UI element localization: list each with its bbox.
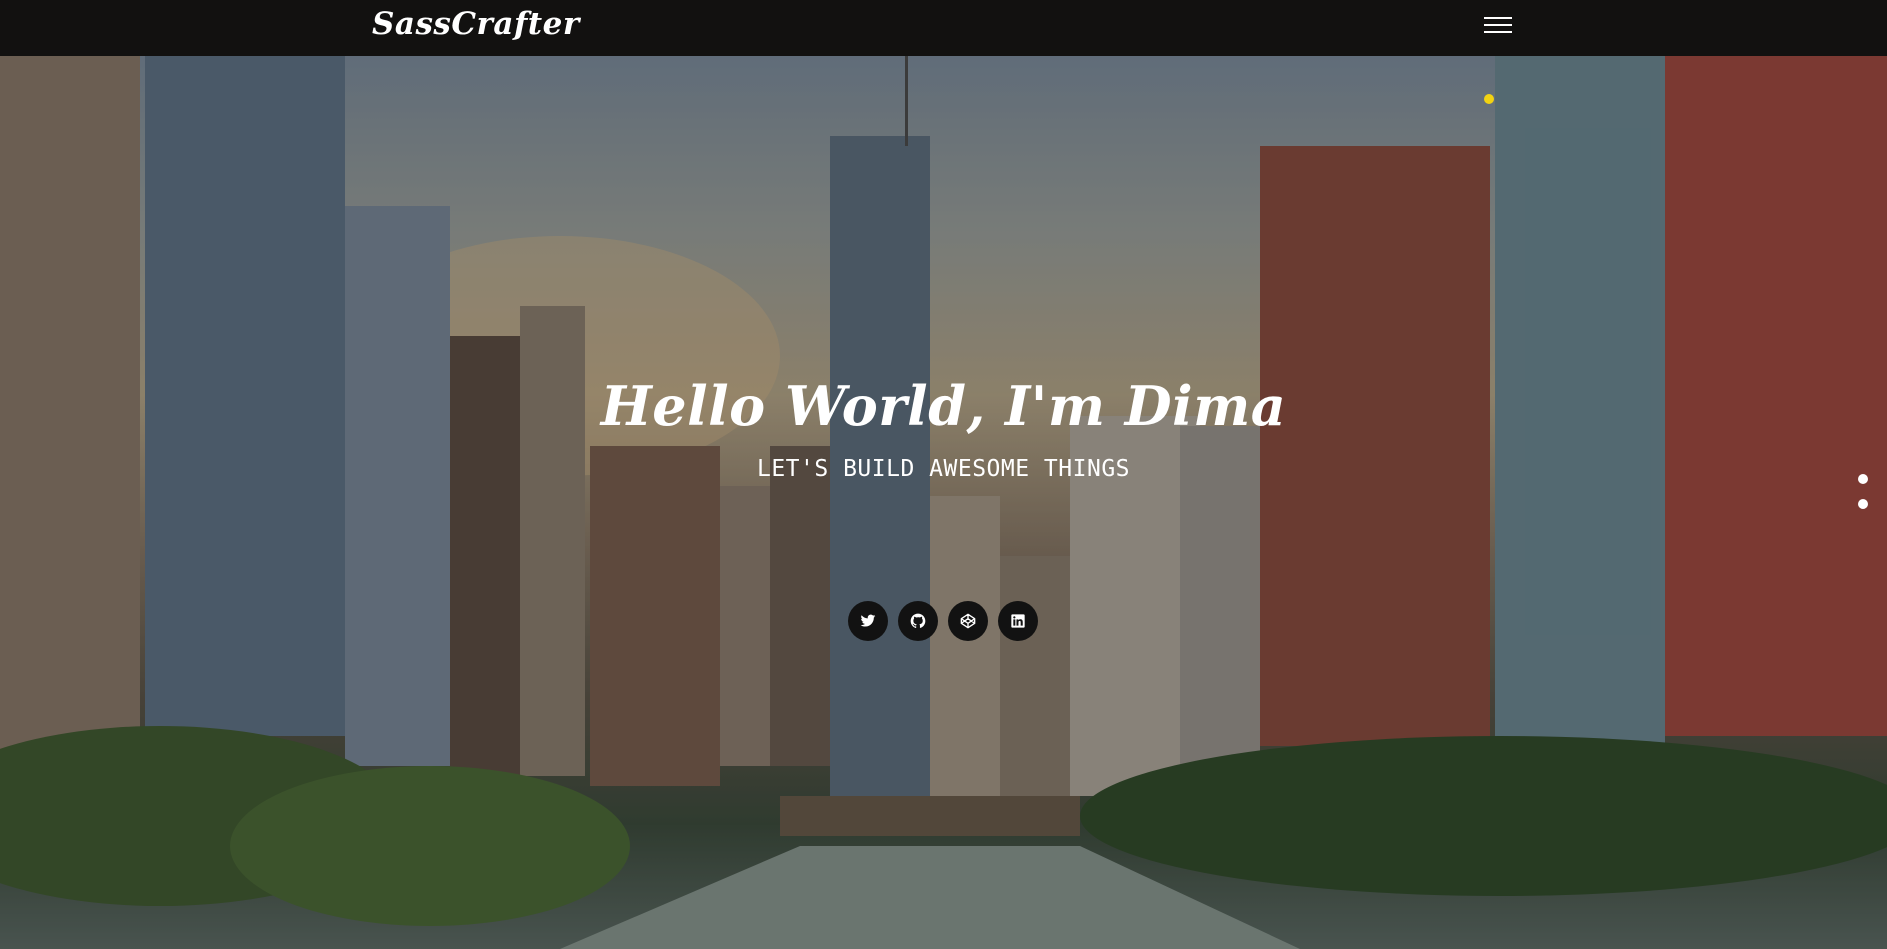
page-dot-2[interactable] [1858, 499, 1868, 509]
hamburger-line [1484, 17, 1512, 19]
twitter-button[interactable] [848, 601, 888, 641]
codepen-icon [960, 613, 976, 629]
codepen-button[interactable] [948, 601, 988, 641]
github-icon [910, 613, 926, 629]
page-dot-1[interactable] [1858, 474, 1868, 484]
linkedin-button[interactable] [998, 601, 1038, 641]
hero-section: Hello World, I'm Dima LET'S BUILD AWESOM… [0, 56, 1887, 949]
hero-title: Hello World, I'm Dima [600, 374, 1287, 438]
github-button[interactable] [898, 601, 938, 641]
dark-overlay [0, 56, 1887, 949]
hamburger-menu-icon[interactable] [1484, 16, 1512, 36]
hamburger-line [1484, 24, 1512, 26]
social-links [848, 601, 1038, 641]
linkedin-icon [1011, 614, 1025, 628]
top-navbar: SassCrafter [0, 0, 1887, 56]
page-indicator [1858, 474, 1868, 524]
indicator-dot [1484, 94, 1494, 104]
hamburger-line [1484, 31, 1512, 33]
site-logo[interactable]: SassCrafter [372, 6, 580, 42]
hero-subtitle: LET'S BUILD AWESOME THINGS [756, 456, 1131, 482]
twitter-icon [860, 614, 876, 627]
